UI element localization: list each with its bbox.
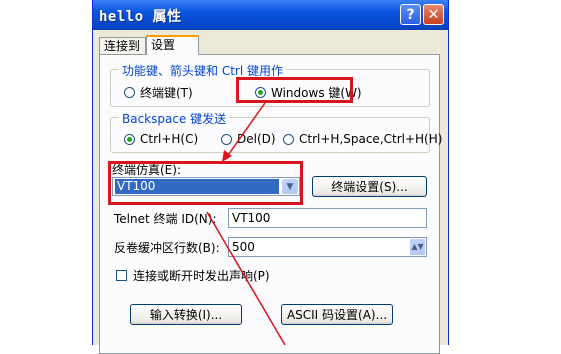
arrow-line <box>225 102 266 159</box>
annotation-arrows <box>206 102 286 345</box>
tab-settings[interactable]: 设置 <box>146 35 199 55</box>
arrow-line <box>206 211 286 345</box>
